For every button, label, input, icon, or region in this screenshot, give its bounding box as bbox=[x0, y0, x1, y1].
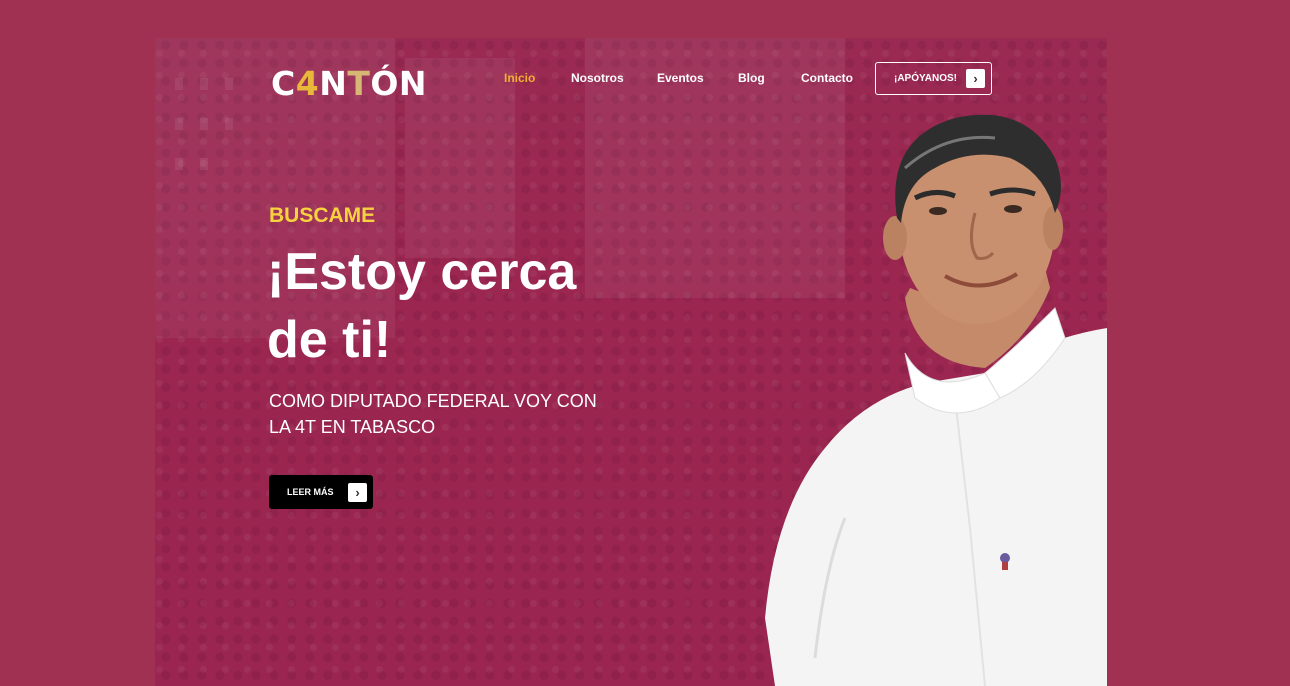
nav-item-inicio[interactable]: Inicio bbox=[504, 71, 535, 85]
hero-kicker: BUSCAME bbox=[269, 204, 376, 227]
background-window bbox=[175, 158, 183, 170]
chevron-right-icon: › bbox=[966, 69, 985, 88]
support-button[interactable]: ¡APÓYANOS! › bbox=[875, 62, 992, 95]
logo-letter-4: 4 bbox=[295, 64, 320, 103]
hero-title: ¡Estoy cerca de ti! bbox=[267, 238, 627, 374]
background-window bbox=[175, 118, 183, 130]
candidate-photo bbox=[765, 114, 1107, 686]
chevron-right-icon: › bbox=[348, 483, 367, 502]
support-button-label: ¡APÓYANOS! bbox=[894, 73, 957, 84]
hero-subtitle: COMO DIPUTADO FEDERAL VOY CON LA 4T EN T… bbox=[269, 391, 597, 437]
hero-title-line-1: ¡Estoy cerca bbox=[267, 243, 577, 301]
nav-item-contacto[interactable]: Contacto bbox=[801, 71, 853, 85]
logo-letter-c: C bbox=[271, 64, 296, 103]
background-window bbox=[200, 118, 208, 130]
site-logo[interactable]: C4NTÓN bbox=[271, 64, 427, 103]
background-window bbox=[225, 118, 233, 130]
logo-letter-rest: ÓN bbox=[370, 64, 427, 103]
nav-item-blog[interactable]: Blog bbox=[738, 71, 765, 85]
background-window bbox=[225, 78, 233, 90]
background-window bbox=[200, 78, 208, 90]
nav-item-nosotros[interactable]: Nosotros bbox=[571, 71, 624, 85]
logo-letter-t: T bbox=[347, 64, 371, 103]
hero-title-line-2: de ti! bbox=[267, 311, 392, 369]
read-more-button[interactable]: LEER MÁS › bbox=[269, 475, 373, 509]
background-window bbox=[200, 158, 208, 170]
background-window bbox=[175, 78, 183, 90]
logo-letter-n: N bbox=[319, 64, 348, 103]
read-more-label: LEER MÁS bbox=[287, 487, 334, 497]
nav-item-eventos[interactable]: Eventos bbox=[657, 71, 704, 85]
hero-section: C4NTÓN Inicio Nosotros Eventos Blog Cont… bbox=[155, 38, 1107, 686]
